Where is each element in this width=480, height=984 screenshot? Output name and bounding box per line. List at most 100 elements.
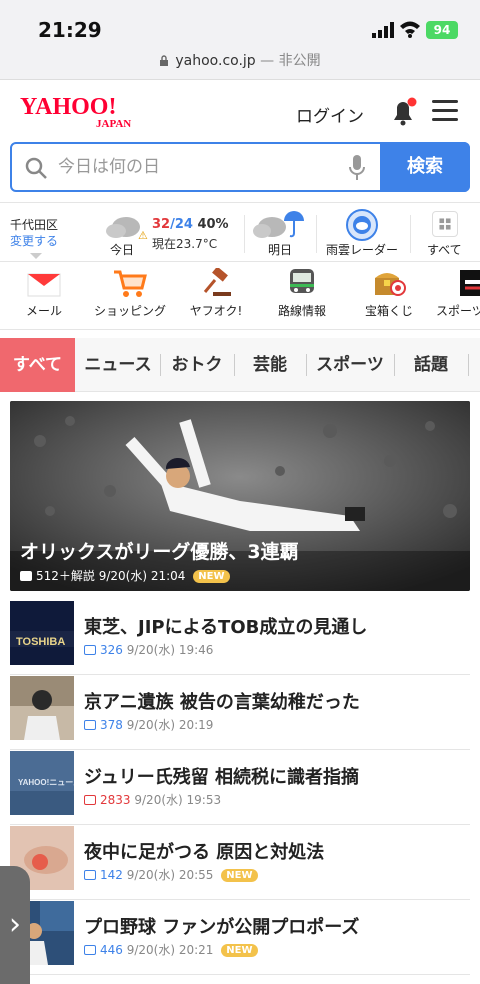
hero-date: 9/20(水) 21:04 (98, 569, 186, 583)
news-title[interactable]: ジュリー氏残留 相続税に識者指摘 (84, 763, 359, 789)
yahoo-japan-logo[interactable]: YAHOO! JAPAN (20, 94, 150, 130)
news-comments: 2833 (84, 793, 131, 807)
tab-news[interactable]: ニュース (78, 338, 158, 392)
news-item[interactable]: TOSHIBA 東芝、JIPによるTOB成立の見通し 326 9/20(水) 1… (10, 601, 470, 675)
tab-topics[interactable]: 話題 (396, 338, 466, 392)
url-privacy: — 非公開 (260, 53, 321, 69)
news-title[interactable]: プロ野球 ファンが公開プロポーズ (84, 913, 359, 939)
tab-all[interactable]: すべて (0, 338, 75, 392)
news-thumbnail (10, 676, 74, 740)
news-title[interactable]: 東芝、JIPによるTOB成立の見通し (84, 613, 367, 639)
tab-divider (394, 354, 395, 376)
weather-bar: 千代田区 変更する 今日 ⚠ 32/24 40% 現在23.7°C 明日 雨雲レ… (0, 202, 480, 262)
hero-comments: 512＋解説 (36, 569, 95, 583)
new-badge: NEW (221, 944, 258, 957)
divider (244, 215, 245, 253)
weather-tomorrow-label: 明日 (268, 243, 293, 257)
location-name: 千代田区 (10, 218, 59, 232)
service-mail[interactable]: メール (22, 268, 66, 319)
comment-icon (20, 571, 32, 581)
news-item[interactable]: YAHOO!ニュース ジュリー氏残留 相続税に識者指摘 2833 9/20(水)… (10, 751, 470, 825)
news-item[interactable]: プロ野球 ファンが公開プロポーズ 446 9/20(水) 20:21 NEW (10, 901, 470, 975)
treasure-icon (375, 273, 406, 296)
train-icon (290, 269, 314, 293)
logo-sub: JAPAN (96, 118, 131, 130)
url-bar[interactable]: yahoo.co.jp — 非公開 (0, 50, 480, 70)
service-auction[interactable]: ヤフオク! (186, 268, 246, 319)
service-treasure[interactable]: 宝箱くじ (362, 268, 416, 319)
weather-temps: 32/24 40% (152, 217, 229, 232)
tab-sports[interactable]: スポーツ (308, 338, 392, 392)
rain-radar-label[interactable]: 雨雲レーダー (326, 241, 398, 258)
notification-bell-icon[interactable] (388, 96, 418, 126)
news-meta: 446 9/20(水) 20:21 NEW (84, 941, 258, 958)
news-date: 9/20(水) 19:46 (126, 643, 214, 657)
news-date: 9/20(水) 20:19 (126, 718, 214, 732)
news-thumbnail: YAHOO!ニュース (10, 751, 74, 815)
lock-icon (160, 55, 169, 66)
logo-text: YAHOO! (20, 94, 116, 120)
news-comments: 326 (84, 643, 123, 657)
grid-icon[interactable] (432, 211, 458, 237)
login-link[interactable]: ログイン (296, 102, 364, 127)
news-tabs: すべて ニュース おトク 芸能 スポーツ 話題 (0, 338, 480, 392)
temp-high: 32 (152, 217, 171, 232)
service-label: ショッピング (93, 304, 166, 318)
weather-location[interactable]: 千代田区 変更する (10, 217, 58, 249)
search-input[interactable] (58, 152, 328, 182)
news-date: 9/20(水) 20:55 (126, 868, 214, 882)
news-title[interactable]: 夜中に足がつる 原因と対処法 (84, 838, 324, 864)
news-title[interactable]: 京アニ遺族 被告の言葉幼稚だった (84, 688, 360, 714)
auction-hammer-icon (203, 268, 231, 296)
service-transit[interactable]: 路線情報 (274, 268, 330, 319)
cloudy-rain-umbrella-icon[interactable] (252, 209, 308, 241)
rain-radar-icon[interactable] (346, 209, 378, 241)
comment-icon (84, 870, 96, 880)
signal-icon (372, 22, 394, 38)
services-row: メール ショッピング ヤフオク! 路線情報 宝箱くじ スポーツ (0, 262, 480, 330)
thumb-text: TOSHIBA (16, 636, 65, 648)
warning-icon: ⚠ (138, 229, 148, 242)
news-comments: 378 (84, 718, 123, 732)
hamburger-menu-icon[interactable] (432, 100, 458, 122)
divider (316, 215, 317, 253)
divider (410, 215, 411, 253)
tab-deals[interactable]: おトク (162, 338, 232, 392)
tab-divider (306, 354, 307, 376)
new-badge: NEW (221, 869, 258, 882)
news-item[interactable]: 夜中に足がつる 原因と対処法 142 9/20(水) 20:55 NEW (10, 826, 470, 900)
hero-title[interactable]: オリックスがリーグ優勝、3連覇 (20, 537, 299, 564)
weather-today-label: 今日 (110, 243, 135, 257)
service-shopping[interactable]: ショッピング (92, 268, 168, 319)
url-domain: yahoo.co.jp (175, 53, 256, 69)
news-thumbnail: TOSHIBA (10, 601, 74, 665)
news-comments: 446 (84, 943, 123, 957)
change-location-link[interactable]: 変更する (10, 233, 58, 249)
search-bar: 検索 (10, 142, 470, 192)
hero-article[interactable]: オリックスがリーグ優勝、3連覇 512＋解説 9/20(水) 21:04 NEW (10, 401, 470, 591)
status-time: 21:29 (38, 18, 102, 42)
news-meta: 378 9/20(水) 20:19 (84, 716, 213, 733)
tab-divider (468, 354, 469, 376)
service-sports[interactable]: スポーツ (436, 268, 480, 319)
new-badge: NEW (193, 570, 230, 583)
tab-divider (160, 354, 161, 376)
all-services-label[interactable]: すべて (427, 241, 462, 258)
wifi-icon (400, 21, 420, 38)
side-panel-handle[interactable]: › (0, 866, 30, 984)
service-label: スポーツ (436, 304, 480, 318)
news-comments: 142 (84, 868, 123, 882)
news-item[interactable]: 京アニ遺族 被告の言葉幼稚だった 378 9/20(水) 20:19 (10, 676, 470, 750)
hero-meta: 512＋解説 9/20(水) 21:04 NEW (20, 567, 230, 584)
microphone-icon[interactable] (348, 154, 366, 182)
status-bar: 21:29 94 yahoo.co.jp — 非公開 (0, 0, 480, 80)
tab-entertainment[interactable]: 芸能 (236, 338, 304, 392)
search-button[interactable]: 検索 (380, 142, 470, 192)
service-label: 路線情報 (277, 304, 326, 318)
news-date: 9/20(水) 19:53 (134, 793, 222, 807)
service-label: メール (25, 304, 62, 318)
location-arrow-icon (30, 253, 42, 259)
comment-icon (84, 720, 96, 730)
temp-low: 24 (174, 217, 193, 232)
mail-icon (27, 273, 61, 297)
